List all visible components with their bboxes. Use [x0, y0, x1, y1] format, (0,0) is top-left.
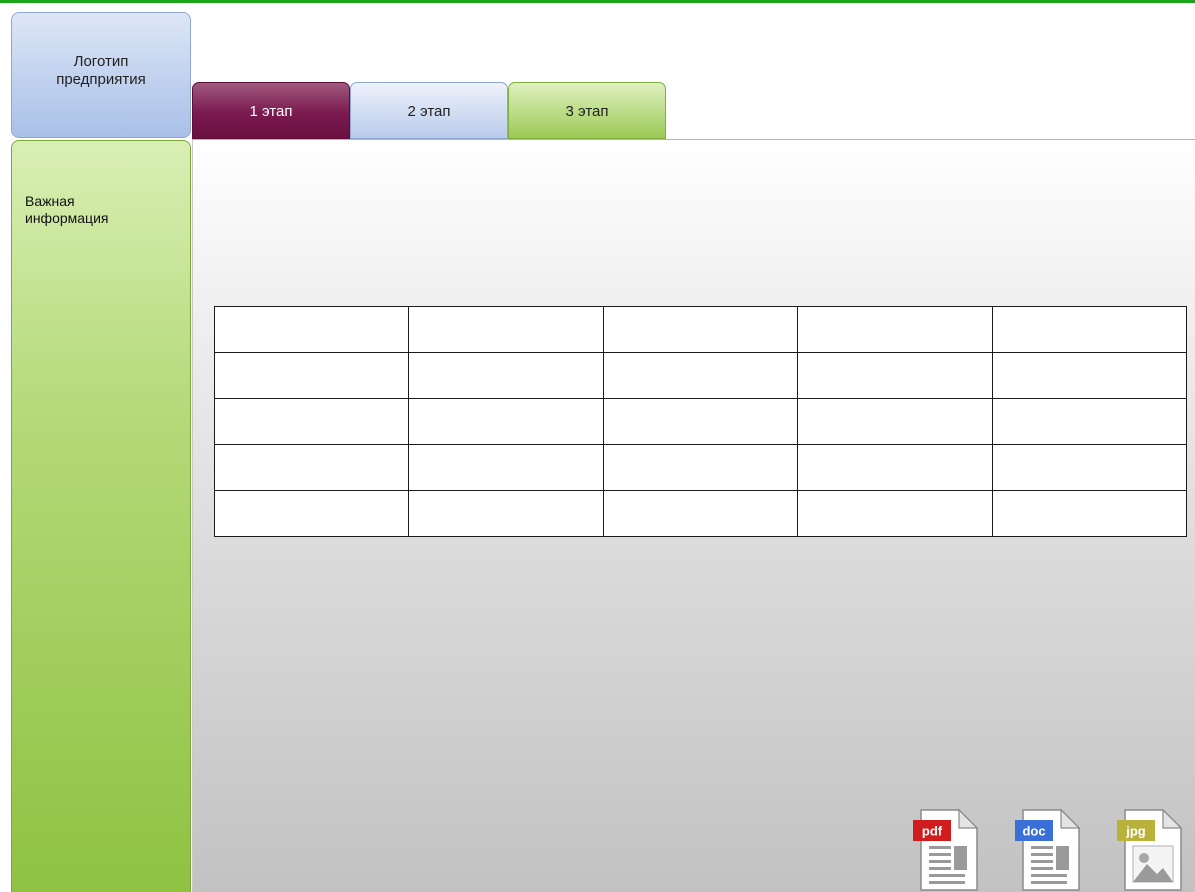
table-cell[interactable]: [408, 490, 604, 537]
table-row: [213, 352, 1188, 399]
table-cell[interactable]: [991, 398, 1188, 445]
company-logo[interactable]: Логотип предприятия: [11, 12, 191, 138]
jpg-file-icon[interactable]: jpg: [1117, 808, 1183, 892]
tab-stage-3[interactable]: 3 этап: [508, 82, 666, 139]
table-cell[interactable]: [797, 490, 993, 537]
table-cell[interactable]: [602, 398, 799, 445]
table-cell[interactable]: [797, 398, 993, 445]
doc-badge-label: doc: [1022, 824, 1045, 839]
data-table: [213, 306, 1188, 537]
table-cell[interactable]: [991, 352, 1188, 399]
jpg-badge-label: jpg: [1125, 824, 1146, 839]
table-cell[interactable]: [991, 444, 1188, 491]
table-cell[interactable]: [213, 352, 410, 399]
table-cell[interactable]: [602, 352, 799, 399]
doc-file-icon[interactable]: doc: [1015, 808, 1081, 892]
table-cell[interactable]: [991, 490, 1188, 537]
table-cell[interactable]: [797, 306, 993, 353]
table-cell[interactable]: [213, 444, 410, 491]
table-cell[interactable]: [408, 306, 604, 353]
sidebar-important-info: Важная информация: [11, 140, 191, 892]
table-cell[interactable]: [213, 306, 410, 353]
important-info-text: Важная информация: [25, 193, 109, 226]
pdf-file-icon[interactable]: pdf: [913, 808, 979, 892]
table-cell[interactable]: [602, 444, 799, 491]
tab-stage-1[interactable]: 1 этап: [192, 82, 350, 139]
top-accent-line: [0, 0, 1195, 3]
table-cell[interactable]: [408, 398, 604, 445]
table-cell[interactable]: [797, 352, 993, 399]
table-cell[interactable]: [213, 490, 410, 537]
pdf-badge-label: pdf: [922, 824, 943, 839]
table-row: [213, 444, 1188, 491]
table-cell[interactable]: [213, 398, 410, 445]
tab-stage-3-label: 3 этап: [565, 103, 609, 120]
table-cell[interactable]: [408, 352, 604, 399]
table-row: [213, 398, 1188, 445]
table-row: [213, 490, 1188, 537]
table-cell[interactable]: [797, 444, 993, 491]
tab-stage-2[interactable]: 2 этап: [350, 82, 508, 139]
table-cell[interactable]: [991, 306, 1188, 353]
table-cell[interactable]: [408, 444, 604, 491]
tab-stage-1-label: 1 этап: [249, 103, 293, 120]
table-row: [213, 306, 1188, 353]
table-cell[interactable]: [602, 306, 799, 353]
company-logo-label: Логотип предприятия: [56, 53, 146, 88]
tab-stage-2-label: 2 этап: [407, 103, 451, 120]
main-content-panel: pdf doc jpg: [192, 139, 1195, 892]
table-cell[interactable]: [602, 490, 799, 537]
